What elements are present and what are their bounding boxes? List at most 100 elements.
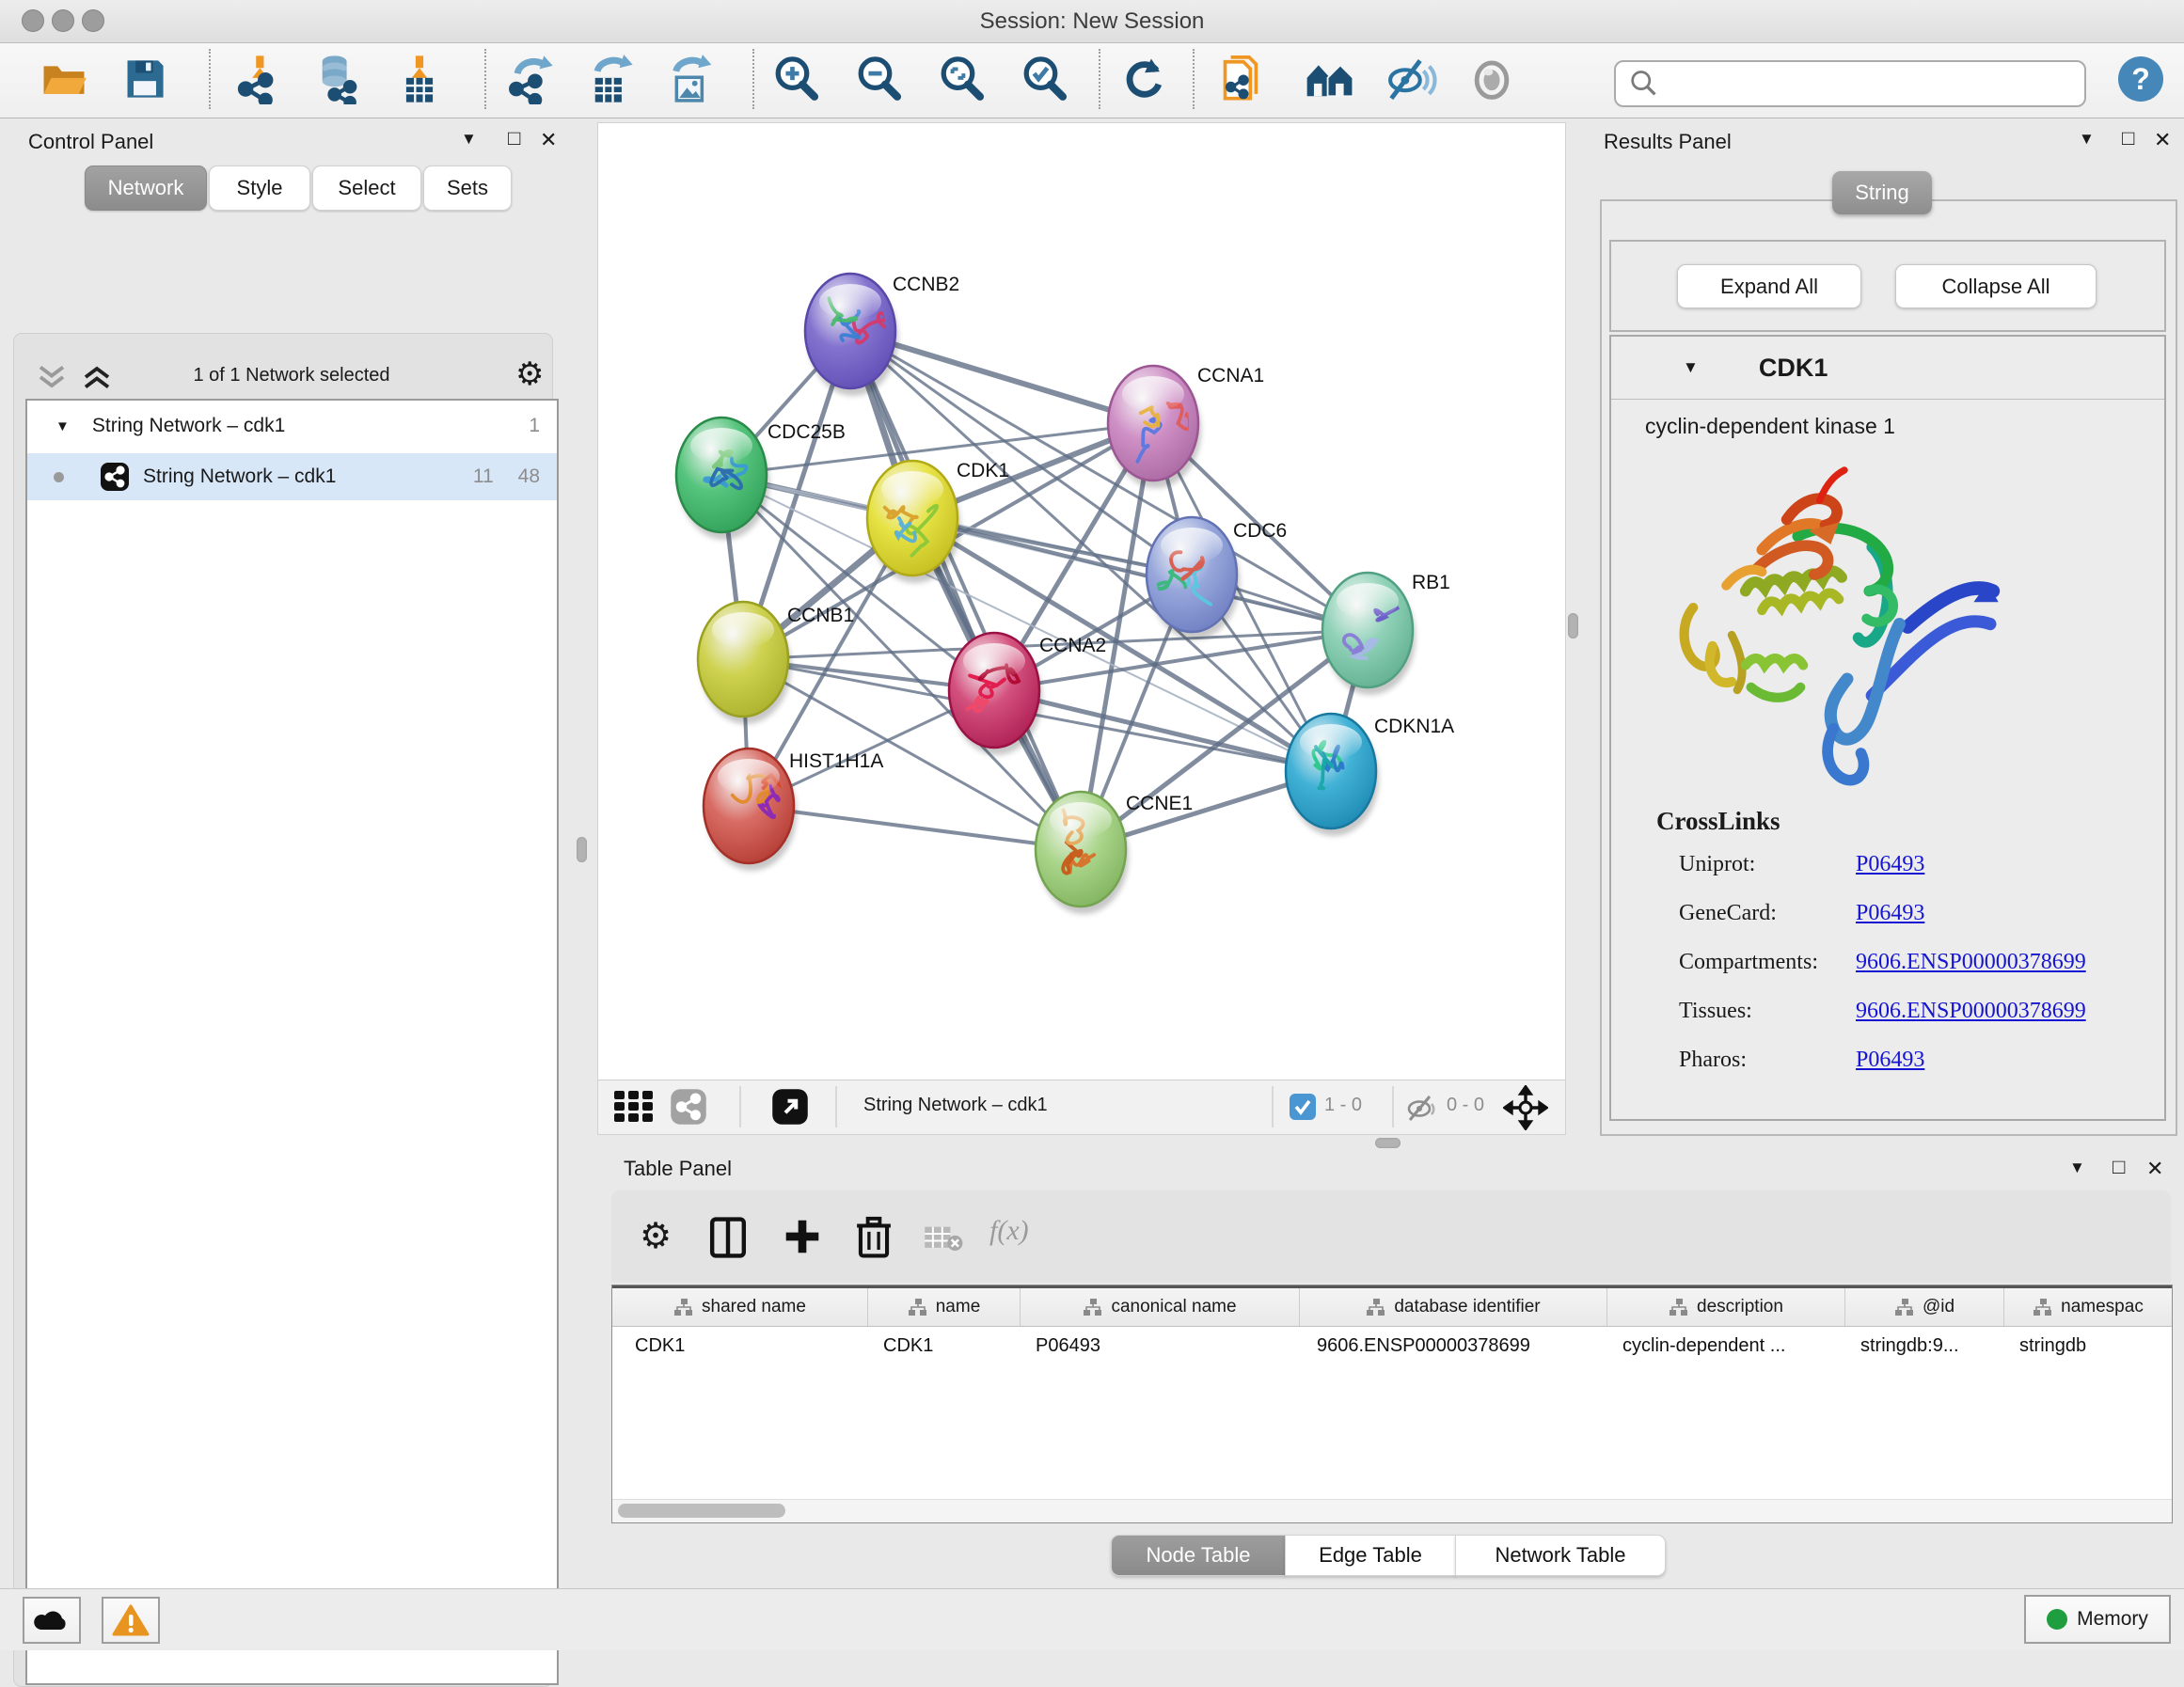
- column-header[interactable]: namespac: [2004, 1288, 2172, 1326]
- network-canvas[interactable]: CCNB2CCNA1CDC25BCDK1CDC6RB1CCNB1CCNA2CDK…: [597, 122, 1566, 1081]
- tab-string[interactable]: String: [1832, 171, 1932, 214]
- crosslink-value-link[interactable]: 9606.ENSP00000378699: [1856, 950, 2086, 975]
- zoom-out-button[interactable]: [852, 51, 905, 107]
- open-in-new-window-icon[interactable]: [771, 1088, 809, 1126]
- network-list-gear-icon[interactable]: ⚙: [515, 355, 544, 393]
- delete-column-icon[interactable]: [854, 1215, 894, 1258]
- window-minimize-button[interactable]: [52, 9, 74, 32]
- save-session-button[interactable]: [119, 51, 171, 107]
- node-CDKN1A[interactable]: CDKN1A: [1286, 714, 1454, 836]
- column-header[interactable]: @id: [1845, 1288, 2004, 1326]
- network-view-share-icon[interactable]: [670, 1088, 707, 1126]
- grid-view-icon[interactable]: [613, 1090, 655, 1124]
- cell-description[interactable]: cyclin-dependent ...: [1607, 1327, 1845, 1364]
- column-header[interactable]: database identifier: [1300, 1288, 1607, 1326]
- edge-CCNB2-CCNE1[interactable]: [850, 331, 1081, 849]
- show-columns-icon[interactable]: [709, 1217, 747, 1258]
- table-panel-float-icon[interactable]: □: [2113, 1155, 2125, 1179]
- pan-crosshair-icon[interactable]: [1503, 1085, 1548, 1130]
- export-image-button[interactable]: [664, 51, 717, 107]
- add-column-icon[interactable]: [783, 1217, 822, 1256]
- edge-CCNA2-CDKN1A[interactable]: [994, 690, 1331, 771]
- crosslink-value-link[interactable]: P06493: [1856, 1048, 1924, 1073]
- node-CDC25B[interactable]: CDC25B: [676, 418, 846, 540]
- window-zoom-button[interactable]: [82, 9, 104, 32]
- edge-CDK1-RB1[interactable]: [912, 518, 1368, 630]
- string-eye-button[interactable]: [1465, 51, 1518, 107]
- zoom-fit-button[interactable]: [935, 51, 988, 107]
- results-panel-collapse-icon[interactable]: ▼: [2079, 130, 2095, 149]
- table-horizontal-scrollbar[interactable]: [612, 1499, 2172, 1522]
- zoom-in-button[interactable]: [769, 51, 822, 107]
- node-CCNE1[interactable]: CCNE1: [1036, 792, 1193, 914]
- crosslink-value-link[interactable]: P06493: [1856, 852, 1924, 877]
- control-panel-close-icon[interactable]: ✕: [540, 128, 557, 152]
- collapse-all-button[interactable]: Collapse All: [1895, 264, 2097, 308]
- open-session-button[interactable]: [38, 51, 90, 107]
- export-table-button[interactable]: [583, 51, 636, 107]
- tab-sets[interactable]: Sets: [423, 166, 512, 211]
- tab-edge-table[interactable]: Edge Table: [1285, 1535, 1456, 1576]
- import-table-button[interactable]: [393, 51, 446, 107]
- right-divider-handle[interactable]: [1568, 613, 1578, 639]
- table-row[interactable]: CDK1 CDK1 P06493 9606.ENSP00000378699 cy…: [612, 1327, 2172, 1364]
- node-CCNA1[interactable]: CCNA1: [1108, 365, 1264, 488]
- cloud-status-button[interactable]: [23, 1597, 81, 1644]
- string-export-button[interactable]: [1217, 51, 1270, 107]
- network-row-selected[interactable]: String Network – cdk1 11 48: [27, 453, 557, 500]
- column-header[interactable]: name: [868, 1288, 1021, 1326]
- network-collection-row[interactable]: ▼ String Network – cdk1 1: [27, 402, 557, 449]
- export-network-button[interactable]: [503, 51, 556, 107]
- search-field[interactable]: [1614, 60, 2086, 107]
- table-panel-collapse-icon[interactable]: ▼: [2069, 1159, 2085, 1177]
- expand-all-chevron-icon[interactable]: [79, 363, 115, 391]
- results-panel-float-icon[interactable]: □: [2122, 126, 2134, 150]
- cell-name[interactable]: CDK1: [868, 1327, 1021, 1364]
- refresh-button[interactable]: [1117, 51, 1170, 107]
- tab-node-table[interactable]: Node Table: [1111, 1535, 1286, 1576]
- crosslink-value-link[interactable]: P06493: [1856, 901, 1924, 926]
- hidden-eye-icon[interactable]: [1405, 1094, 1439, 1122]
- node-CDC6[interactable]: CDC6: [1136, 517, 1287, 639]
- node-CCNA2[interactable]: CCNA2: [949, 633, 1106, 755]
- zoom-selected-button[interactable]: [1018, 51, 1070, 107]
- tab-style[interactable]: Style: [209, 166, 310, 211]
- string-hide-glass-button[interactable]: [1385, 51, 1437, 107]
- column-header[interactable]: canonical name: [1021, 1288, 1300, 1326]
- left-divider-handle[interactable]: [577, 837, 587, 862]
- edge-HIST1H1A-CCNE1[interactable]: [749, 806, 1081, 849]
- cell-canonical-name[interactable]: P06493: [1021, 1327, 1300, 1364]
- selected-checkbox-icon[interactable]: [1289, 1093, 1317, 1121]
- scrollbar-thumb[interactable]: [618, 1504, 785, 1518]
- warnings-button[interactable]: [102, 1597, 160, 1644]
- results-panel-close-icon[interactable]: ✕: [2154, 128, 2171, 152]
- cell-database-identifier[interactable]: 9606.ENSP00000378699: [1300, 1327, 1607, 1364]
- node-HIST1H1A[interactable]: HIST1H1A: [704, 748, 883, 871]
- tab-network[interactable]: Network: [85, 166, 207, 211]
- table-settings-gear-icon[interactable]: ⚙: [640, 1215, 672, 1257]
- search-input[interactable]: [1667, 72, 2084, 96]
- tab-select[interactable]: Select: [312, 166, 421, 211]
- cell-namespace[interactable]: stringdb: [2004, 1327, 2172, 1364]
- crosslink-value-link[interactable]: 9606.ENSP00000378699: [1856, 999, 2086, 1024]
- collapse-all-chevron-icon[interactable]: [34, 363, 70, 391]
- tree-expand-icon[interactable]: ▼: [55, 418, 70, 434]
- window-close-button[interactable]: [22, 9, 44, 32]
- column-header[interactable]: description: [1607, 1288, 1845, 1326]
- expand-all-button[interactable]: Expand All: [1677, 264, 1861, 308]
- node-RB1[interactable]: RB1: [1322, 572, 1450, 695]
- help-button[interactable]: ?: [2114, 51, 2167, 107]
- node-CCNB2[interactable]: CCNB2: [805, 274, 959, 396]
- section-collapse-icon[interactable]: ▼: [1683, 358, 1699, 377]
- import-network-database-button[interactable]: [310, 51, 363, 107]
- tab-network-table[interactable]: Network Table: [1455, 1535, 1666, 1576]
- cell-id[interactable]: stringdb:9...: [1845, 1327, 2004, 1364]
- column-header[interactable]: shared name: [612, 1288, 868, 1326]
- import-network-file-button[interactable]: [231, 51, 284, 107]
- cdk1-section-header[interactable]: ▼ CDK1: [1611, 337, 2164, 400]
- memory-button[interactable]: Memory: [2024, 1595, 2171, 1644]
- bottom-divider-handle[interactable]: [1375, 1138, 1401, 1148]
- string-home-button[interactable]: [1304, 51, 1356, 107]
- network-graph[interactable]: CCNB2CCNA1CDC25BCDK1CDC6RB1CCNB1CCNA2CDK…: [598, 123, 1565, 1080]
- control-panel-collapse-icon[interactable]: ▼: [461, 130, 477, 149]
